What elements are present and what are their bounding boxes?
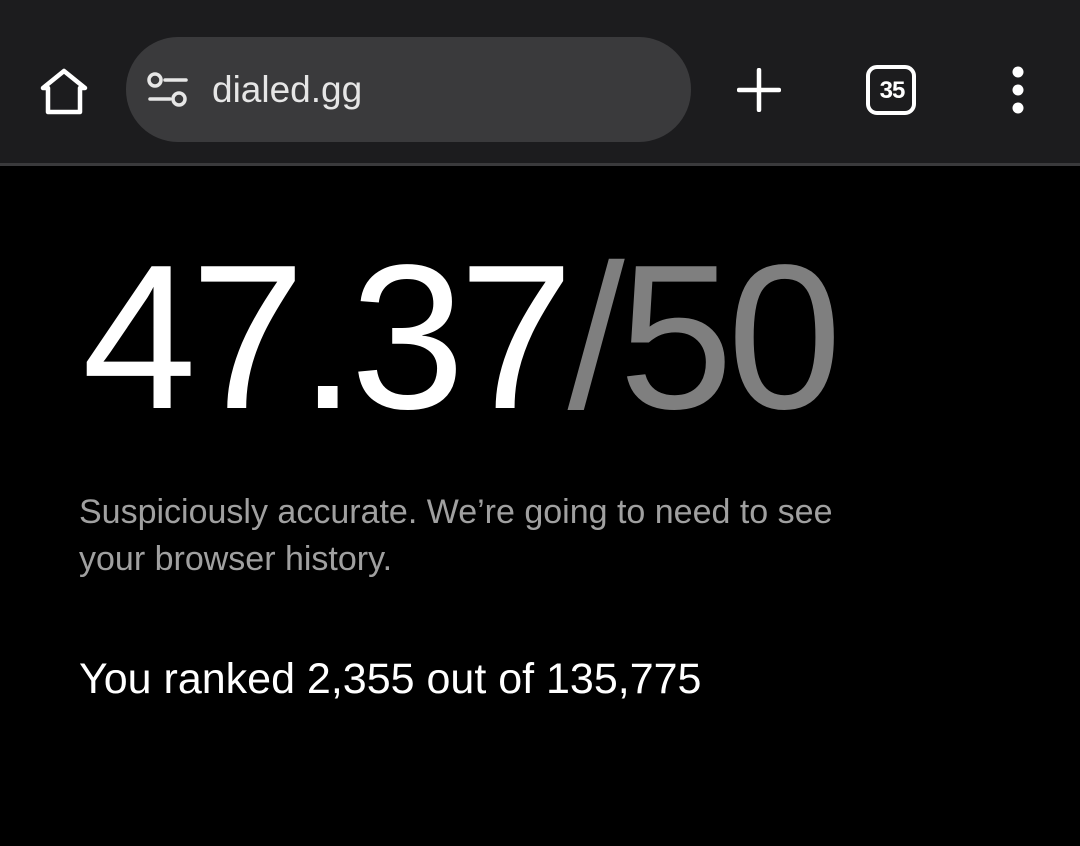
address-bar[interactable]: dialed.gg <box>126 37 691 142</box>
result-message: Suspiciously accurate. We’re going to ne… <box>79 493 833 578</box>
plus-icon <box>737 68 781 112</box>
browser-toolbar: dialed.gg 35 <box>0 0 1080 166</box>
tab-count: 35 <box>879 77 906 104</box>
score-value: 47.37 <box>82 222 574 452</box>
tune-icon <box>147 72 188 107</box>
home-icon <box>40 68 88 115</box>
new-tab-button[interactable] <box>728 62 790 118</box>
more-vert-icon <box>1012 66 1024 114</box>
url-text[interactable]: dialed.gg <box>212 67 362 113</box>
score-display: 47.37/50 <box>82 232 842 442</box>
tab-switcher-button[interactable]: 35 <box>864 63 920 119</box>
page-content: 47.37/50 Suspiciously accurate. We’re go… <box>0 166 1080 846</box>
home-button[interactable] <box>28 57 100 125</box>
score-max: /50 <box>567 222 842 452</box>
more-menu-button[interactable] <box>994 62 1042 118</box>
rank-text: You ranked 2,355 out of 135,775 <box>79 655 702 703</box>
site-settings-button[interactable] <box>146 71 192 111</box>
